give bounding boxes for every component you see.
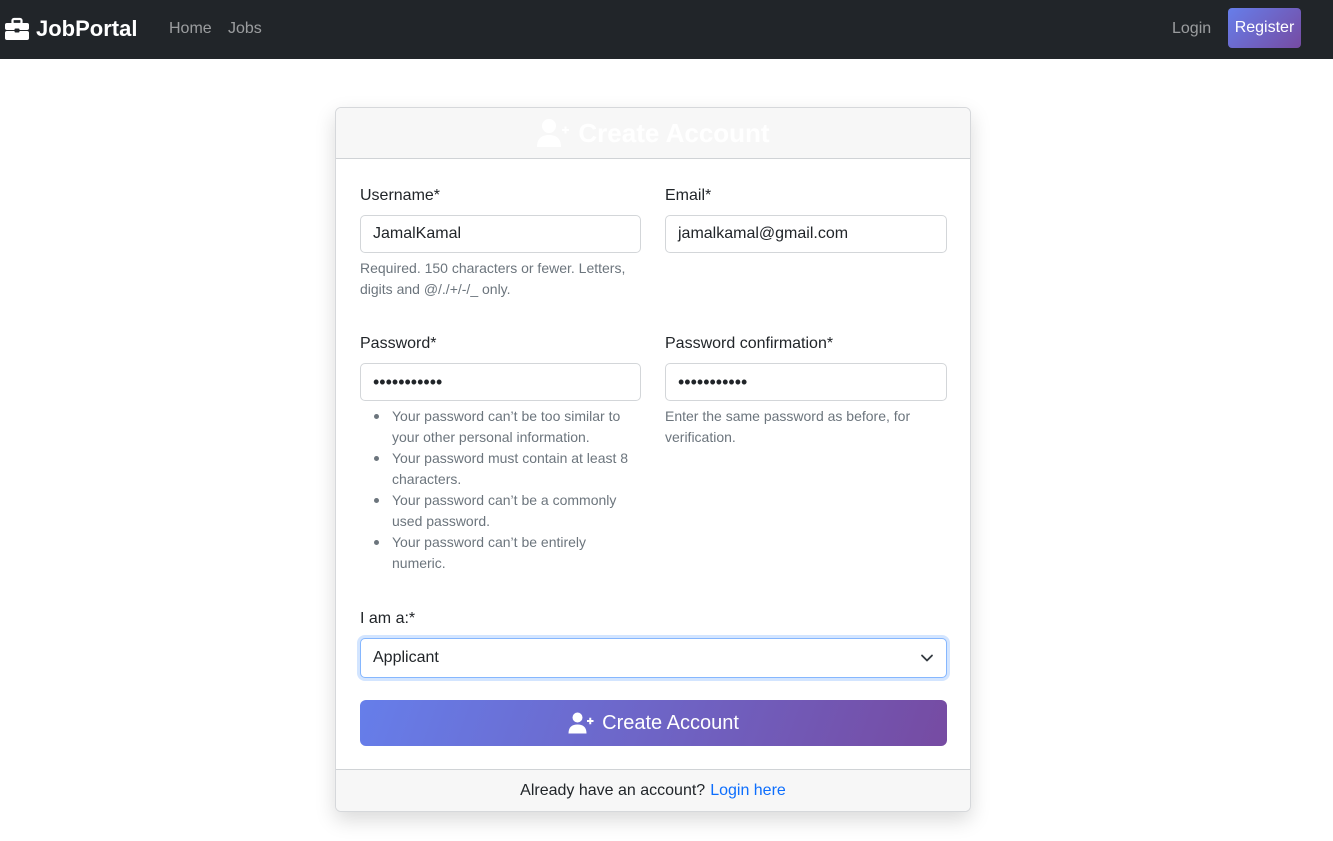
login-here-link[interactable]: Login here — [710, 782, 786, 800]
brand-name: JobPortal — [36, 16, 138, 41]
email-input[interactable]: jamalkamal@gmail.com — [665, 215, 947, 253]
password-help-list: Your password can’t be too similar to yo… — [360, 406, 660, 574]
nav-home-link[interactable]: Home — [169, 19, 212, 39]
email-label: Email* — [665, 187, 712, 204]
password-rule-text: characters. — [392, 471, 462, 487]
user-plus-icon — [537, 119, 570, 147]
chevron-down-icon — [921, 654, 933, 662]
password-rule-item: Your password can’t be a commonly used p… — [360, 490, 660, 532]
role-select-value: Applicant — [373, 649, 439, 666]
password-rule-text: Your password can’t be too similar to — [392, 408, 621, 424]
user-plus-icon — [568, 712, 594, 734]
password-rule-text: Your password can’t be entirely — [392, 534, 587, 550]
role-select[interactable]: Applicant — [360, 638, 947, 678]
password-rule-text: numeric. — [392, 555, 446, 571]
nav-login-link[interactable]: Login — [1172, 19, 1211, 39]
create-account-button[interactable]: Create Account — [360, 700, 947, 746]
password-rule-item: Your password can’t be too similar to yo… — [360, 406, 660, 448]
navbar: JobPortal Home Jobs Login Register — [0, 0, 1333, 59]
password-confirmation-help: Enter the same password as before, for v… — [665, 406, 947, 448]
footer-text: Already have an account? — [520, 781, 706, 799]
password-rule-text: your other personal information. — [392, 429, 590, 445]
password-rule-text: used password. — [392, 513, 491, 529]
password-confirmation-label: Password confirmation* — [665, 335, 834, 352]
card-footer: Already have an account? Login here — [336, 769, 970, 811]
username-label: Username* — [360, 187, 441, 204]
card-header: Create Account — [336, 108, 970, 159]
password-rule-item: Your password must contain at least 8 ch… — [360, 448, 660, 490]
brand-logo[interactable]: JobPortal — [4, 14, 137, 44]
username-help-line: Required. 150 characters or fewer. Lette… — [360, 260, 626, 276]
password-confirmation-input[interactable]: ••••••••••• — [665, 363, 947, 401]
password-rule-item: Your password can’t be entirely numeric. — [360, 532, 660, 574]
password-input[interactable]: ••••••••••• — [360, 363, 641, 401]
password-rule-text: Your password must contain at least 8 — [392, 450, 629, 466]
briefcase-icon — [5, 17, 29, 40]
card-title: Create Account — [578, 117, 770, 148]
role-label: I am a:* — [360, 610, 416, 627]
register-card: Create Account Username* JamalKamal Requ… — [335, 107, 971, 812]
create-account-label: Create Account — [602, 711, 739, 734]
register-button[interactable]: Register — [1228, 8, 1301, 48]
password-rule-text: Your password can’t be a commonly — [392, 492, 617, 508]
password-label: Password* — [360, 335, 437, 352]
username-help-line: digits and @/./+/-/_ only. — [360, 281, 511, 297]
password-confirmation-help-line: verification. — [665, 429, 736, 445]
username-input[interactable]: JamalKamal — [360, 215, 641, 253]
password-confirmation-help-line: Enter the same password as before, for — [665, 408, 911, 424]
username-help: Required. 150 characters or fewer. Lette… — [360, 258, 641, 300]
nav-jobs-link[interactable]: Jobs — [228, 19, 262, 39]
